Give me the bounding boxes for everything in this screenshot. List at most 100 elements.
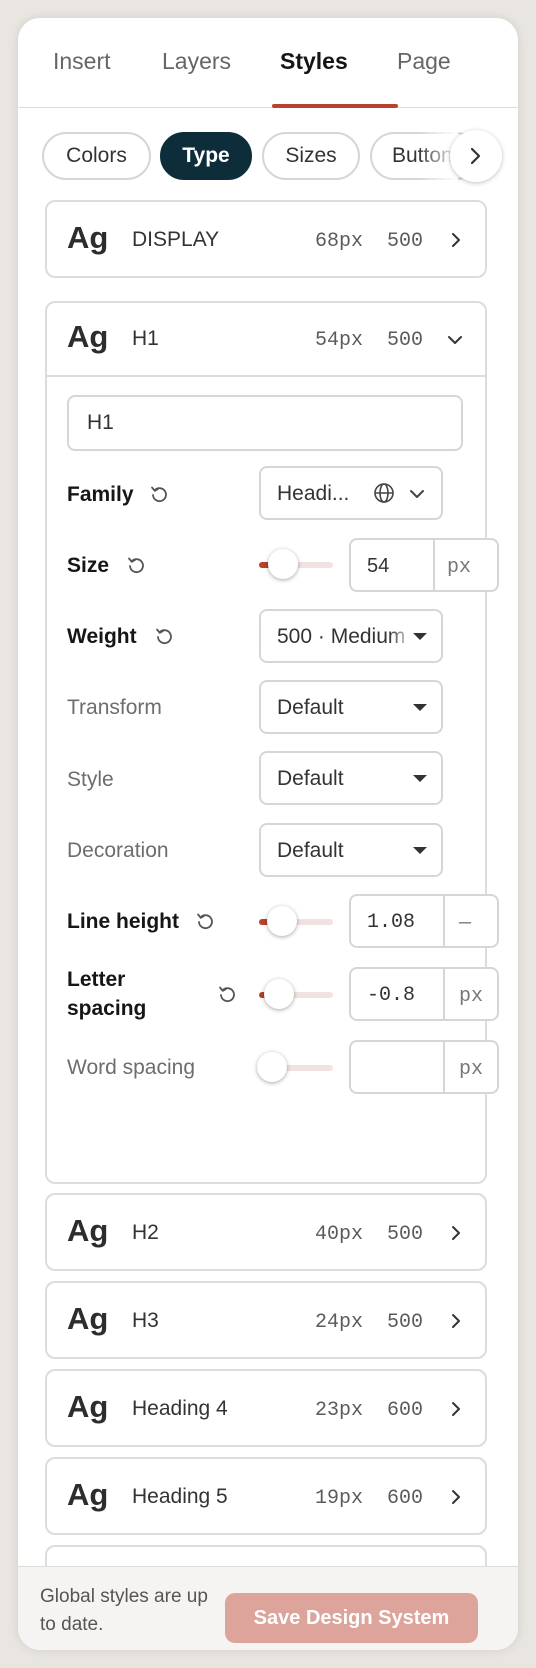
reset-icon[interactable] bbox=[154, 626, 174, 646]
reset-icon[interactable] bbox=[195, 911, 215, 931]
reset-icon[interactable] bbox=[149, 484, 169, 504]
type-style-name: Heading 4 bbox=[132, 1397, 228, 1420]
letter-spacing-label-line1: Letter bbox=[67, 968, 126, 991]
reset-icon[interactable] bbox=[126, 555, 146, 575]
slider-thumb[interactable] bbox=[267, 549, 298, 579]
type-style-size: 24px bbox=[314, 1311, 363, 1334]
size-slider[interactable] bbox=[259, 549, 333, 579]
word-spacing-slider[interactable] bbox=[257, 1052, 333, 1082]
type-style-size: 19px bbox=[314, 1487, 363, 1510]
word-spacing-unit: px bbox=[459, 1058, 484, 1081]
divider bbox=[443, 1042, 445, 1092]
chips-scroll-right-button[interactable] bbox=[450, 130, 502, 182]
type-style-weight: 500 bbox=[386, 329, 423, 352]
slider-thumb[interactable] bbox=[257, 1052, 287, 1082]
chevron-right-icon bbox=[452, 1490, 460, 1504]
type-style-h2[interactable]: Ag H2 40px 500 bbox=[45, 1193, 487, 1271]
type-style-name: H1 bbox=[132, 327, 159, 350]
size-label: Size bbox=[67, 554, 110, 577]
decoration-value: Default bbox=[277, 839, 344, 862]
type-style-weight: 600 bbox=[386, 1399, 423, 1422]
line-height-label: Line height bbox=[67, 910, 179, 933]
transform-value: Default bbox=[277, 696, 344, 719]
slider-thumb[interactable] bbox=[266, 906, 297, 936]
tab-page[interactable]: Page bbox=[397, 48, 451, 75]
type-style-heading-5[interactable]: Ag Heading 5 19px 600 bbox=[45, 1457, 487, 1535]
family-label: Family bbox=[67, 483, 134, 506]
chip-type[interactable]: Type bbox=[160, 132, 252, 180]
type-sample: Ag bbox=[67, 1301, 109, 1336]
weight-select[interactable]: 500 · Medium bbox=[259, 609, 443, 663]
chevron-right-icon bbox=[452, 233, 460, 247]
type-style-weight: 500 bbox=[386, 1311, 423, 1334]
chevron-right-icon bbox=[452, 1402, 460, 1416]
type-style-h3[interactable]: Ag H3 24px 500 bbox=[45, 1281, 487, 1359]
chip-colors[interactable]: Colors bbox=[42, 132, 151, 180]
family-select[interactable]: Headi... bbox=[259, 466, 443, 520]
line-height-slider[interactable] bbox=[259, 906, 333, 936]
type-style-weight: 500 bbox=[386, 230, 423, 253]
type-style-name: H2 bbox=[132, 1221, 159, 1244]
globe-icon bbox=[374, 483, 394, 503]
tab-layers[interactable]: Layers bbox=[162, 48, 231, 75]
letter-spacing-label-line2: spacing bbox=[67, 997, 147, 1020]
style-select[interactable]: Default bbox=[259, 751, 443, 805]
type-style-weight: 600 bbox=[386, 1487, 423, 1510]
type-style-name: Heading 5 bbox=[132, 1485, 228, 1508]
divider bbox=[443, 969, 445, 1019]
caret-down-icon bbox=[413, 704, 427, 711]
tab-insert[interactable]: Insert bbox=[53, 48, 111, 75]
line-height-unit: — bbox=[459, 912, 472, 935]
type-style-meta: 40px 500 bbox=[315, 1223, 423, 1246]
letter-spacing-input[interactable]: -0.8 px bbox=[349, 967, 499, 1021]
type-style-meta: 24px 500 bbox=[315, 1311, 423, 1334]
styles-panel: Insert Layers Styles Page Colors Type Si… bbox=[18, 18, 518, 1650]
transform-select[interactable]: Default bbox=[259, 680, 443, 734]
type-style-h1-header[interactable]: Ag H1 54px 500 bbox=[47, 303, 485, 377]
save-design-system-button[interactable]: Save Design System bbox=[225, 1593, 478, 1643]
tab-styles[interactable]: Styles bbox=[280, 48, 348, 75]
reset-icon[interactable] bbox=[217, 984, 237, 1004]
word-spacing-input[interactable]: px bbox=[349, 1040, 499, 1094]
chevron-right-icon bbox=[470, 147, 481, 165]
type-sample: Ag bbox=[67, 319, 109, 354]
type-style-heading-4[interactable]: Ag Heading 4 23px 600 bbox=[45, 1369, 487, 1447]
letter-spacing-slider[interactable] bbox=[259, 979, 333, 1009]
type-style-name: DISPLAY bbox=[132, 228, 220, 251]
top-tabs: Insert Layers Styles Page bbox=[18, 18, 518, 108]
type-style-display[interactable]: Ag DISPLAY 68px 500 bbox=[45, 200, 487, 278]
type-sample: Ag bbox=[67, 220, 109, 255]
type-style-size: 23px bbox=[314, 1399, 363, 1422]
divider bbox=[433, 540, 435, 590]
decoration-select[interactable]: Default bbox=[259, 823, 443, 877]
size-unit: px bbox=[447, 556, 472, 579]
line-height-value: 1.08 bbox=[367, 911, 416, 934]
type-sample: Ag bbox=[67, 1389, 109, 1424]
letter-spacing-unit: px bbox=[459, 985, 484, 1008]
type-sample: Ag bbox=[67, 1477, 109, 1512]
text-fade bbox=[389, 613, 413, 659]
chevron-right-icon bbox=[452, 1314, 460, 1328]
panel-footer: Global styles are up to date. Save Desig… bbox=[18, 1566, 518, 1650]
type-style-meta: 54px 500 bbox=[315, 329, 423, 352]
caret-down-icon bbox=[413, 775, 427, 782]
decoration-label: Decoration bbox=[67, 839, 169, 862]
line-height-input[interactable]: 1.08 — bbox=[349, 894, 499, 948]
chip-sizes[interactable]: Sizes bbox=[262, 132, 360, 180]
weight-value: 500 · Medium bbox=[277, 625, 406, 648]
type-style-name: H3 bbox=[132, 1309, 159, 1332]
size-input[interactable]: 54 px bbox=[349, 538, 499, 592]
chevron-down-icon bbox=[448, 336, 462, 344]
transform-label: Transform bbox=[67, 696, 162, 719]
word-spacing-label: Word spacing bbox=[67, 1056, 196, 1079]
type-style-size: 40px bbox=[314, 1223, 363, 1246]
divider bbox=[443, 896, 445, 946]
active-tab-indicator bbox=[272, 104, 398, 108]
type-sample: Ag bbox=[67, 1213, 109, 1248]
style-name-input[interactable]: H1 bbox=[67, 395, 463, 451]
type-style-h1-expanded: Ag H1 54px 500 H1 Family Headi... Size 5… bbox=[45, 301, 499, 1184]
family-value: Headi... bbox=[277, 482, 350, 505]
slider-thumb[interactable] bbox=[264, 979, 295, 1009]
save-status-text: Global styles are up to date. bbox=[40, 1586, 208, 1635]
caret-down-icon bbox=[413, 847, 427, 854]
